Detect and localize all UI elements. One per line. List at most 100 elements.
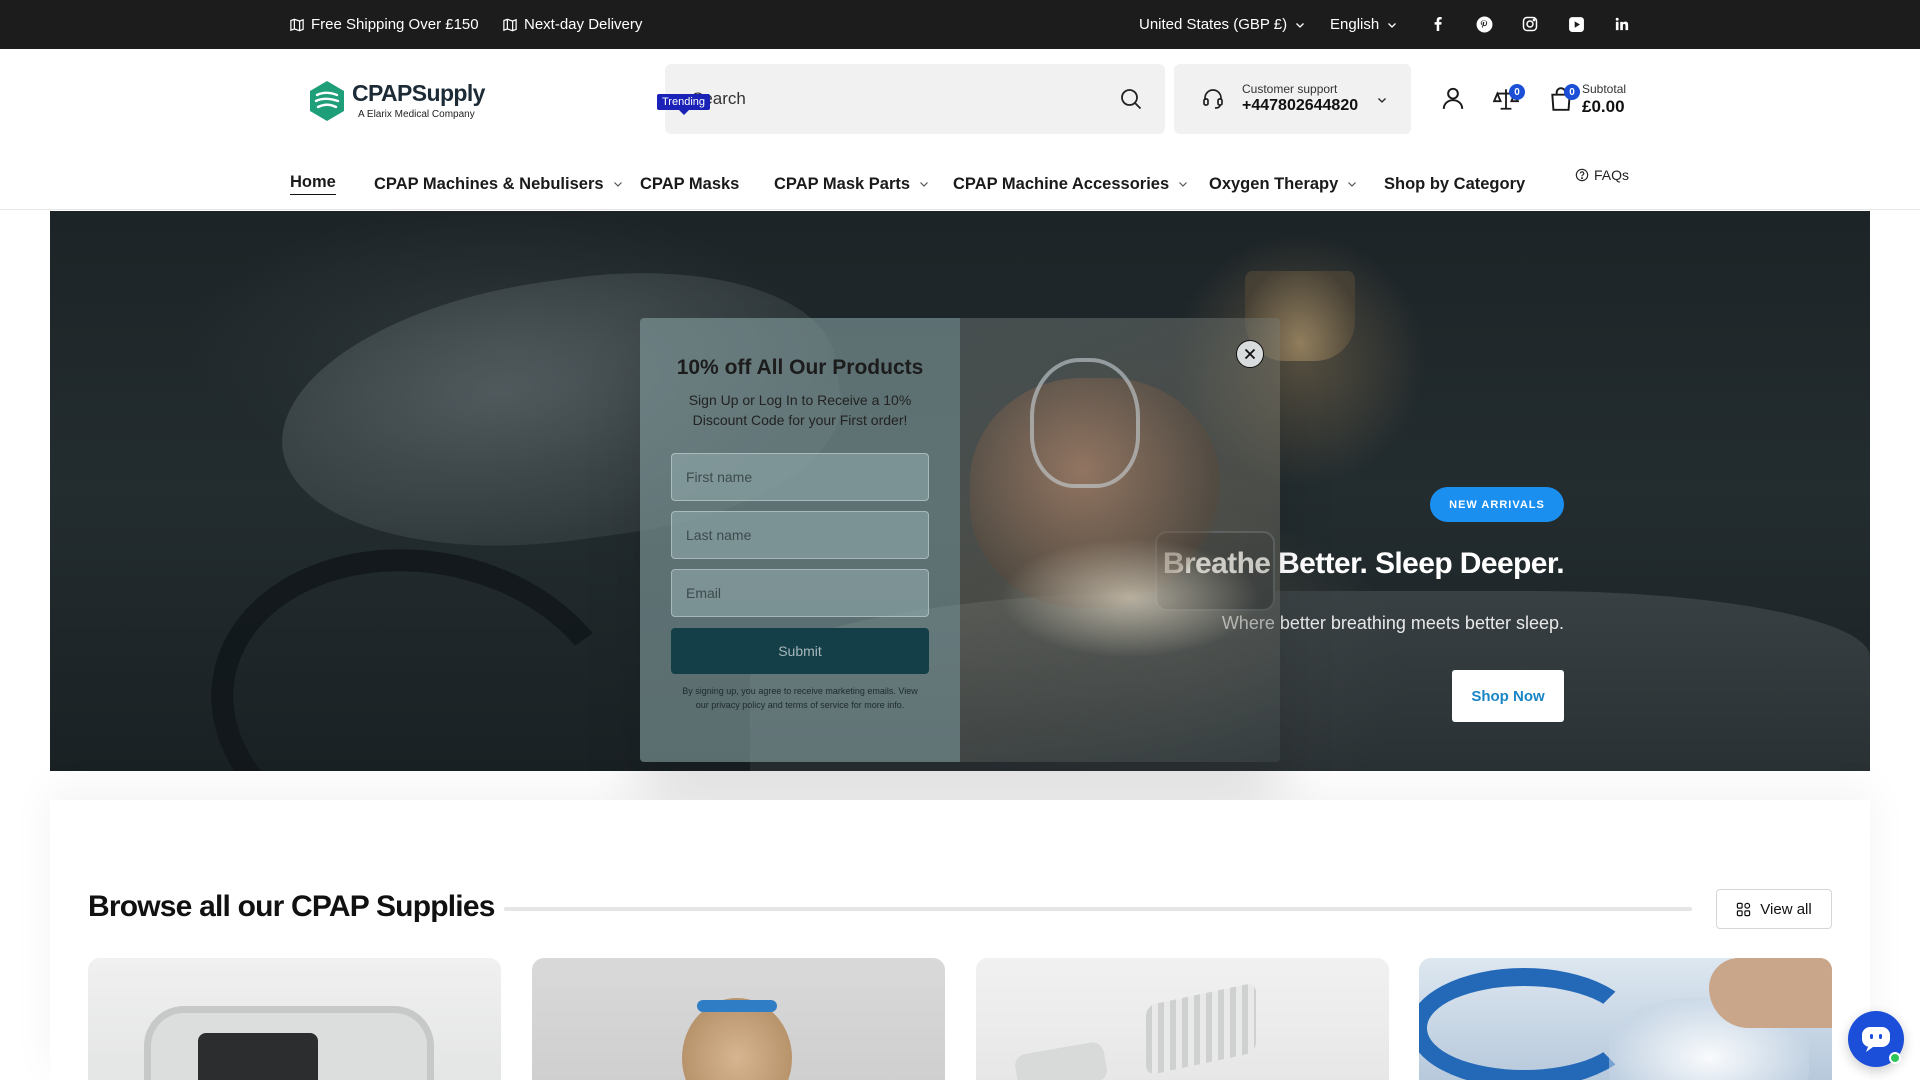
nav-home-label: Home <box>290 173 336 195</box>
free-shipping-text: Free Shipping Over £150 <box>311 16 479 33</box>
youtube-link[interactable] <box>1566 14 1586 34</box>
online-status-dot <box>1889 1052 1901 1064</box>
subtotal-value: £0.00 <box>1582 97 1625 116</box>
next-day-notice: Next-day Delivery <box>503 0 642 49</box>
popup-form-panel: 10% off All Our Products Sign Up or Log … <box>640 318 960 762</box>
support-label: Customer support <box>1242 82 1338 96</box>
cushion-part-shape <box>1013 1040 1109 1080</box>
site-logo[interactable]: CPAPSupply A Elarix Medical Company <box>308 75 488 127</box>
email-field[interactable] <box>671 569 929 617</box>
language-selector[interactable]: English <box>1330 0 1398 49</box>
help-circle-icon <box>1575 168 1589 182</box>
search-button[interactable] <box>1119 87 1143 111</box>
facebook-link[interactable] <box>1428 14 1448 34</box>
headset-icon <box>1201 86 1225 110</box>
chevron-down-icon <box>1296 22 1305 28</box>
first-name-field[interactable] <box>671 453 929 501</box>
popup-pillow-shape <box>1000 538 1260 658</box>
tubing-shape <box>1419 968 1639 1080</box>
view-all-button[interactable]: View all <box>1716 889 1832 929</box>
chevron-down-icon <box>1179 182 1188 187</box>
cart-subtotal[interactable]: Subtotal £0.00 <box>1582 83 1626 115</box>
account-button[interactable] <box>1440 85 1466 111</box>
chevron-down-icon <box>1348 182 1357 187</box>
new-arrivals-badge: NEW ARRIVALS <box>1430 487 1564 522</box>
shop-now-button[interactable]: Shop Now <box>1452 670 1564 722</box>
compare-count-badge: 0 <box>1509 84 1525 100</box>
customer-support[interactable]: Customer support +447802644820 <box>1174 64 1411 134</box>
site-header: CPAPSupply A Elarix Medical Company Cust… <box>0 49 1920 210</box>
main-navigation: Home CPAP Machines & Nebulisers CPAP Mas… <box>0 159 1920 209</box>
pinterest-link[interactable] <box>1474 14 1494 34</box>
chevron-down-icon <box>1378 98 1386 103</box>
filter-part-shape <box>1146 982 1256 1076</box>
category-card-masks[interactable] <box>532 958 945 1080</box>
grid-icon <box>1737 902 1751 916</box>
machine-screen-shape <box>198 1033 318 1080</box>
popup-mask-shape <box>1030 358 1140 488</box>
logo-mark-icon <box>310 81 344 121</box>
facebook-icon <box>1434 17 1442 31</box>
browse-divider <box>504 907 1692 911</box>
nav-cpap-masks[interactable]: CPAP Masks <box>640 159 739 209</box>
subtotal-label: Subtotal <box>1582 82 1627 96</box>
hand-shape <box>1709 958 1832 1028</box>
popup-image-panel <box>960 318 1280 762</box>
country-label: United States (GBP £) <box>1139 16 1288 33</box>
view-all-label: View all <box>1760 900 1812 918</box>
discount-popup: 10% off All Our Products Sign Up or Log … <box>640 318 1280 762</box>
chevron-down-icon <box>920 182 928 187</box>
faqs-link[interactable]: FAQs <box>1575 167 1629 183</box>
nav-cpap-mask-parts[interactable]: CPAP Mask Parts <box>774 159 930 209</box>
free-shipping-notice: Free Shipping Over £150 <box>290 0 479 49</box>
map-icon <box>290 18 304 31</box>
instagram-icon <box>1522 16 1538 32</box>
nav-label: CPAP Masks <box>640 174 740 193</box>
next-day-text: Next-day Delivery <box>524 16 643 33</box>
linkedin-link[interactable] <box>1612 14 1632 34</box>
user-icon <box>1442 87 1464 109</box>
search-icon <box>1121 89 1142 110</box>
popup-title: 10% off All Our Products <box>676 356 924 379</box>
nav-label: CPAP Machine Accessories <box>953 174 1170 193</box>
category-card-machines[interactable] <box>88 958 501 1080</box>
popup-close-button[interactable] <box>1236 340 1264 368</box>
youtube-icon <box>1568 16 1584 32</box>
chevron-down-icon <box>613 182 622 187</box>
linkedin-icon <box>1615 17 1629 31</box>
nav-cpap-machines[interactable]: CPAP Machines & Nebulisers <box>374 159 624 209</box>
cart-count-badge: 0 <box>1564 84 1580 100</box>
announcement-bar: Free Shipping Over £150 Next-day Deliver… <box>0 0 1920 49</box>
support-phone: +447802644820 <box>1242 97 1359 114</box>
instagram-link[interactable] <box>1520 14 1540 34</box>
nav-cpap-machine-accessories[interactable]: CPAP Machine Accessories <box>953 159 1189 209</box>
nav-label: CPAP Machines & Nebulisers <box>374 174 604 193</box>
popup-description: Sign Up or Log In to Receive a 10% Disco… <box>688 392 912 428</box>
logo-subtitle: A Elarix Medical Company <box>358 109 475 120</box>
last-name-field[interactable] <box>671 511 929 559</box>
language-label: English <box>1330 16 1380 33</box>
chat-bot-icon <box>1862 1027 1890 1052</box>
category-card-accessories[interactable] <box>1419 958 1832 1080</box>
search-input[interactable] <box>665 64 1105 134</box>
nav-home[interactable]: Home <box>290 159 336 209</box>
faqs-label: FAQs <box>1594 167 1630 183</box>
pinterest-icon <box>1476 16 1492 32</box>
nav-oxygen-therapy[interactable]: Oxygen Therapy <box>1209 159 1358 209</box>
search-bar <box>665 64 1165 134</box>
nav-label: Shop by Category <box>1384 174 1526 193</box>
hero-hose-shape <box>185 516 655 771</box>
submit-button[interactable]: Submit <box>671 628 929 674</box>
popup-legal-text: By signing up, you agree to receive mark… <box>682 686 918 710</box>
browse-title: Browse all our CPAP Supplies <box>88 890 495 923</box>
nav-label: Oxygen Therapy <box>1209 174 1339 193</box>
map-icon <box>503 18 517 31</box>
logo-title: CPAPSupply <box>352 80 485 106</box>
nav-label: CPAP Mask Parts <box>774 174 911 193</box>
category-card-mask-parts[interactable] <box>976 958 1389 1080</box>
chevron-down-icon <box>1388 22 1397 28</box>
nav-shop-by-category[interactable]: Shop by Category <box>1384 159 1525 209</box>
country-selector[interactable]: United States (GBP £) <box>1139 0 1306 49</box>
trending-badge: Trending <box>657 94 711 115</box>
close-icon <box>1244 348 1256 360</box>
